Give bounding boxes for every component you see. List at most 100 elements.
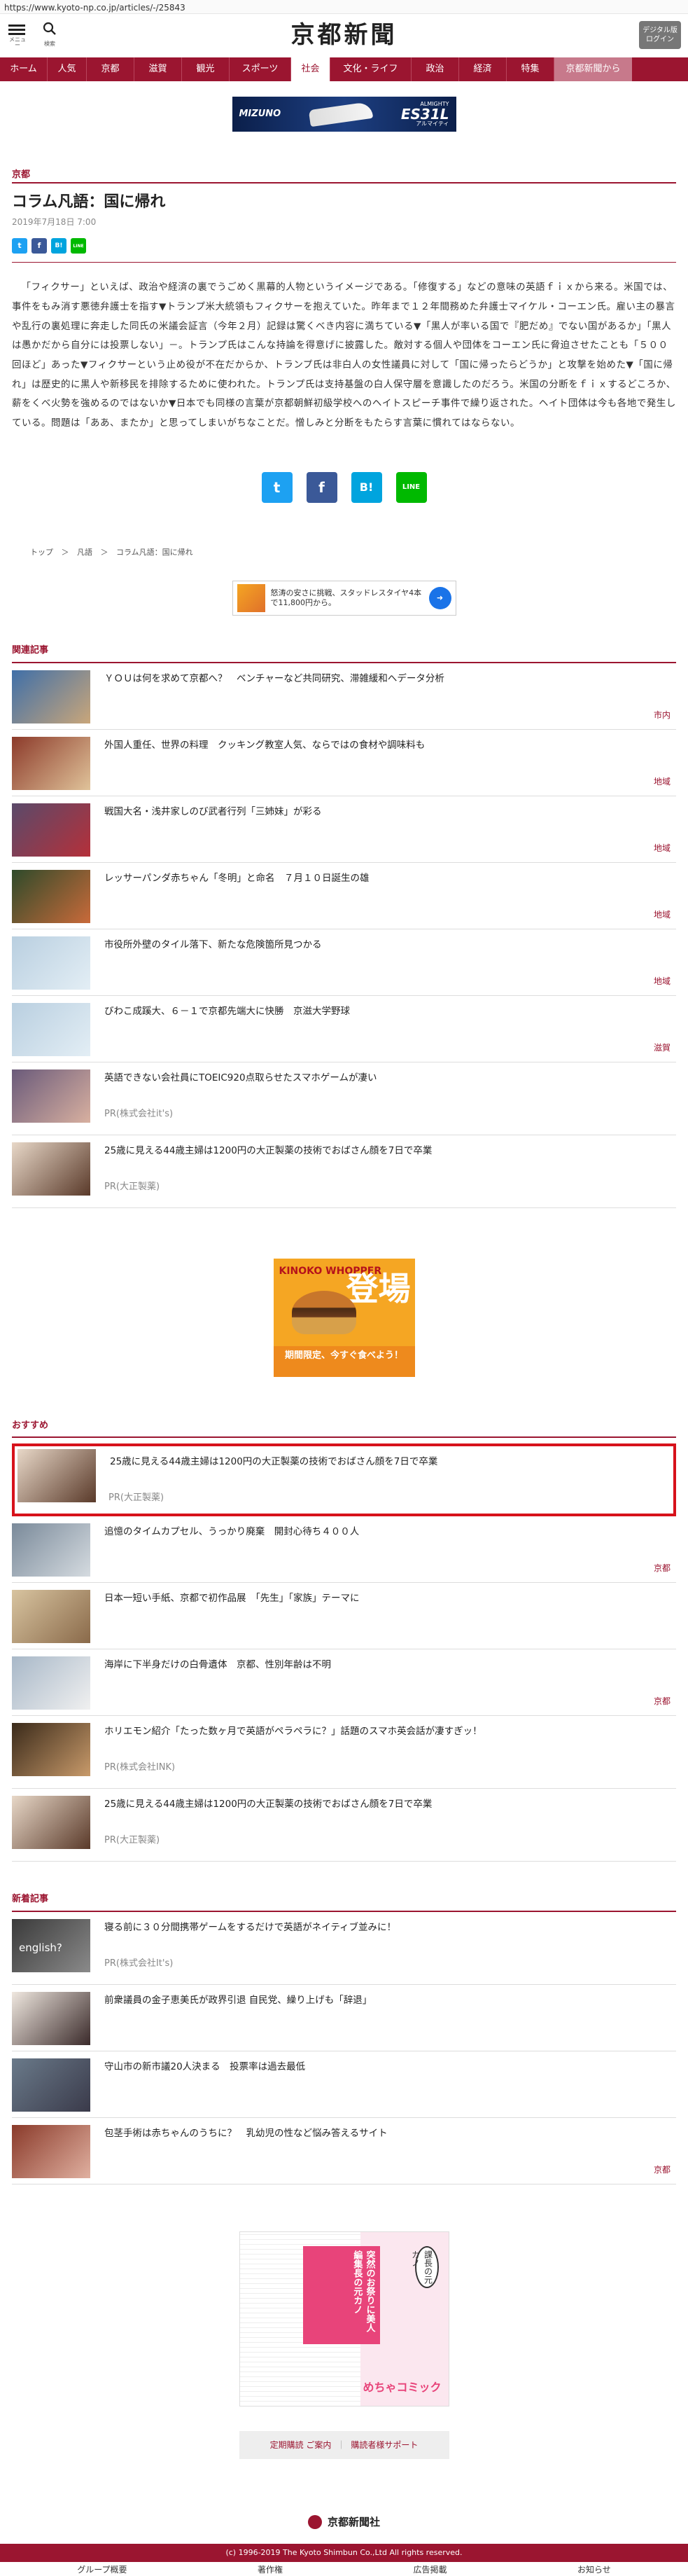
list-item[interactable]: 海岸に下半身だけの白骨遺体 京都、性別年齢は不明京都 [12,1649,676,1717]
nav-culture[interactable]: 文化・ライフ [330,57,412,81]
item-title[interactable]: 25歳に見える44歳主婦は1200円の大正製薬の技術でおばさん顔を7日で卒業 [104,1797,432,1861]
arrow-right-icon[interactable]: ➜ [428,587,451,610]
item-title[interactable]: 戦国大名・浅井家しのび武者行列「三姉妹」が彩る [104,805,322,862]
breadcrumb-top[interactable]: トップ [30,548,53,557]
item-title[interactable]: 25歳に見える44歳主婦は1200円の大正製薬の技術でおばさん顔を7日で卒業 [104,1144,432,1207]
category-tag[interactable]: 地域 [654,775,671,788]
url-bar[interactable]: https://www.kyoto-np.co.jp/articles/-/25… [0,0,688,14]
item-title[interactable]: 前衆議員の金子恵美氏が政界引退 自民党、繰り上げも「辞退」 [104,1993,372,2051]
list-item[interactable]: びわこ成蹊大、６－１で京都先端大に快勝 京滋大学野球滋賀 [12,996,676,1062]
facebook-share-button-large[interactable]: f [306,471,337,503]
category-tag[interactable]: 地域 [654,975,671,988]
list-item[interactable]: 包茎手術は赤ちゃんのうちに？ 乳幼児の性など悩み答えるサイト京都 [12,2118,676,2184]
list-item[interactable]: 追憶のタイムカプセル、うっかり廃棄 開封心待ち４００人京都 [12,1516,676,1584]
support-link[interactable]: 購読者様サポート [351,2439,418,2451]
line-share-button-large[interactable]: LINE [395,471,427,503]
nav-kyoto[interactable]: 京都 [87,57,134,81]
nav-sports[interactable]: スポーツ [230,57,291,81]
digital-login-button[interactable]: デジタル版 ログイン [639,21,681,49]
category-tag[interactable]: 地域 [654,908,671,921]
article-category[interactable]: 京都 [12,168,676,182]
search-button[interactable]: 検索 [39,21,60,48]
list-item[interactable]: 市役所外壁のタイル落下、新たな危険箇所見つかる地域 [12,929,676,996]
menu-button[interactable]: メニュー [8,22,27,48]
list-item[interactable]: ホリエモン紹介「たった数ヶ月で英語がペラペラに？」話題のスマホ英会話が凄すぎッ！… [12,1716,676,1789]
nav-shiga[interactable]: 滋賀 [134,57,182,81]
item-title[interactable]: レッサーパンダ赤ちゃん「冬明」と命名 ７月１０日誕生の雄 [104,871,370,929]
mizuno-ad-banner[interactable]: MIZUNO ALMIGHTY ES31L アルマイティ [232,97,456,132]
article-body: 「フィクサー」といえば、政治や経済の裏でうごめく黒幕的人物というイメージである。… [12,282,676,429]
nav-special[interactable]: 特集 [507,57,554,81]
hatena-share-button[interactable]: B! [51,238,66,254]
highlighted-list-item[interactable]: 25歳に見える44歳主婦は1200円の大正製薬の技術でおばさん顔を7日で卒業 PR… [12,1443,676,1517]
line-share-button[interactable]: LINE [71,238,86,254]
footer-link-group[interactable]: グループ概要 [77,2563,127,2576]
related-section: 関連記事 ＹＯＵは何を求めて京都へ？ ベンチャーなど共同研究、滞雑緩和へデータ分… [12,644,676,1208]
item-title[interactable]: ホリエモン紹介「たった数ヶ月で英語がペラペラに？」話題のスマホ英会話が凄すぎッ！ [104,1724,482,1788]
list-item[interactable]: 守山市の新市議20人決まる 投票率は過去最低 [12,2051,676,2118]
item-title[interactable]: 追憶のタイムカプセル、うっかり廃棄 開封心待ち４００人 [104,1525,359,1582]
ad-model: ALMIGHTY ES31L アルマイティ [401,102,449,127]
footer-link-copyright[interactable]: 著作権 [258,2563,283,2576]
nav-popular[interactable]: 人気 [48,57,87,81]
link-separator: ｜ [337,2439,346,2450]
subscribe-link[interactable]: 定期購読 ご案内 [270,2439,332,2451]
breadcrumb-separator: ＞ [100,547,108,557]
list-item[interactable]: 前衆議員の金子恵美氏が政界引退 自民党、繰り上げも「辞退」 [12,1985,676,2051]
item-title[interactable]: 市役所外壁のタイル落下、新たな危険箇所見つかる [104,938,322,995]
recommend-list: 25歳に見える44歳主婦は1200円の大正製薬の技術でおばさん顔を7日で卒業 PR… [12,1443,676,1862]
item-title[interactable]: びわこ成蹊大、６－１で京都先端大に快勝 京滋大学野球 [104,1004,350,1062]
main-nav: ホーム 人気 京都 滋賀 観光 スポーツ 社会 文化・ライフ 政治 経済 特集 … [0,57,688,81]
footer-link-news[interactable]: お知らせ [577,2563,611,2576]
thumbnail-image [12,736,90,790]
category-tag[interactable]: 京都 [654,2163,671,2176]
list-item[interactable]: 25歳に見える44歳主婦は1200円の大正製薬の技術でおばさん顔を7日で卒業 PR… [12,1135,676,1208]
item-title[interactable]: 外国人重任、世界の料理 クッキング教室人気、ならではの食材や調味料も [104,738,425,796]
burger-king-ad[interactable]: KINOKO WHOPPER 登場 期間限定、今すぐ食べよう！ [273,1258,415,1377]
item-title[interactable]: 寝る前に３０分間携帯ゲームをするだけで英語がネイティブ並みに！ [104,1920,396,1984]
twitter-share-button-large[interactable]: t [261,471,293,503]
company-mark-icon [307,2514,322,2529]
item-title[interactable]: 日本一短い手紙、京都で初作品展 「先生」「家族」テーマに [104,1591,360,1649]
nav-society[interactable]: 社会 [291,57,330,81]
category-tag[interactable]: 市内 [654,709,671,721]
line-icon: LINE [402,483,421,492]
category-tag[interactable]: 京都 [654,1562,671,1574]
ad-brand: MIZUNO [239,109,281,120]
list-item[interactable]: 25歳に見える44歳主婦は1200円の大正製薬の技術でおばさん顔を7日で卒業 PR… [12,1789,676,1862]
nav-economy[interactable]: 経済 [459,57,507,81]
site-logo[interactable]: 京都新聞 [0,21,688,49]
footer-link-ads[interactable]: 広告掲載 [413,2563,447,2576]
list-item[interactable]: レッサーパンダ赤ちゃん「冬明」と命名 ７月１０日誕生の雄地域 [12,863,676,929]
category-tag[interactable]: 京都 [654,1695,671,1708]
manga-ad-text: 突然のお祭りに美人編集長の元カノ [302,2245,380,2344]
nav-from-kyoto-np[interactable]: 京都新聞から [554,57,632,81]
facebook-share-button[interactable]: f [31,238,47,254]
list-item[interactable]: 戦国大名・浅井家しのび武者行列「三姉妹」が彩る地域 [12,796,676,863]
category-tag[interactable]: 滋賀 [654,1041,671,1054]
list-item[interactable]: 外国人重任、世界の料理 クッキング教室人気、ならではの食材や調味料も地域 [12,730,676,796]
nav-tourism[interactable]: 観光 [182,57,230,81]
item-title[interactable]: 守山市の新市議20人決まる 投票率は過去最低 [104,2060,305,2117]
list-item[interactable]: english? 寝る前に３０分間携帯ゲームをするだけで英語がネイティブ並みに！ P… [12,1912,676,1985]
nav-home[interactable]: ホーム [0,57,48,81]
item-title[interactable]: ＹＯＵは何を求めて京都へ？ ベンチャーなど共同研究、滞雑緩和へデータ分析 [104,672,444,729]
hatena-share-button-large[interactable]: B! [351,471,382,503]
item-title[interactable]: 英語できない会社員にTOEIC920点取らせたスマホゲームが凄い [104,1071,377,1135]
ad-bottom-strip: 期間限定、今すぐ食べよう！ [273,1345,415,1377]
item-title[interactable]: 海岸に下半身だけの白骨遺体 京都、性別年齢は不明 [104,1658,331,1715]
category-tag[interactable]: 地域 [654,842,671,854]
breadcrumb-column[interactable]: 凡語 [77,548,92,557]
list-item[interactable]: 英語できない会社員にTOEIC920点取らせたスマホゲームが凄い PR(株式会社i… [12,1062,676,1135]
burger-image [291,1290,356,1334]
company-logo[interactable]: 京都新聞社 [12,2514,676,2530]
nav-politics[interactable]: 政治 [412,57,459,81]
twitter-share-button[interactable]: t [12,238,27,254]
rakuten-ad[interactable]: 怒涛の安さに挑戦、スタッドレスタイヤ4本で11,800円から。 ➜ [232,581,456,616]
pr-label: PR(株式会社INK) [104,1762,176,1773]
list-item[interactable]: ＹＯＵは何を求めて京都へ？ ベンチャーなど共同研究、滞雑緩和へデータ分析市内 [12,663,676,730]
manga-ad[interactable]: 突然のお祭りに美人編集長の元カノ 課長の元カノ めちゃコミック [239,2231,449,2407]
ad-text: 怒涛の安さに挑戦、スタッドレスタイヤ4本で11,800円から。 [270,588,422,608]
item-title[interactable]: 包茎手術は赤ちゃんのうちに？ 乳幼児の性など悩み答えるサイト [104,2126,388,2184]
list-item[interactable]: 日本一短い手紙、京都で初作品展 「先生」「家族」テーマに [12,1583,676,1650]
